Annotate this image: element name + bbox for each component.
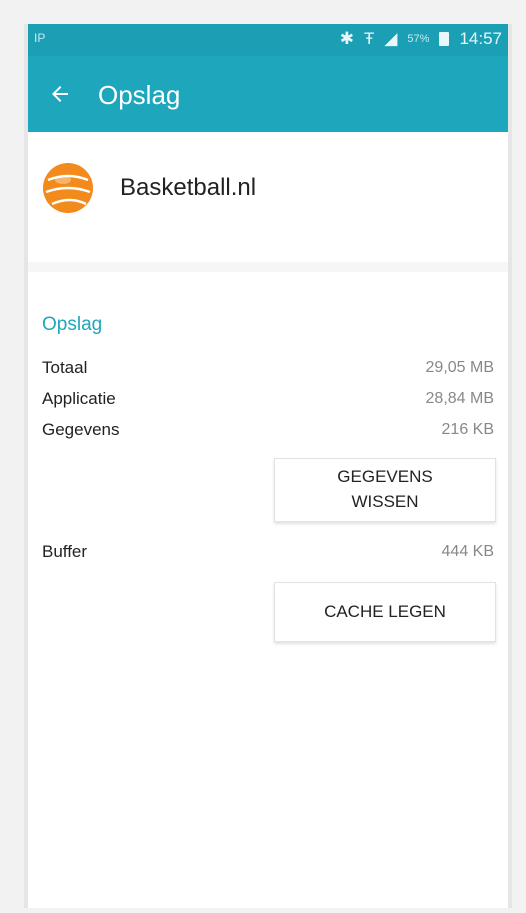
arrow-left-icon-svg — [52, 86, 68, 102]
battery-percentage: 57% — [407, 33, 430, 45]
storage-row-application: Applicatie 28,84 MB — [42, 385, 494, 413]
row-label: Totaal — [42, 358, 88, 377]
bluetooth-icon: ✱ — [339, 29, 354, 48]
app-header: Basketball.nl — [28, 132, 508, 272]
battery-icon — [439, 32, 450, 46]
page-title: Opslag — [98, 80, 181, 110]
row-label: Gegevens — [42, 420, 120, 439]
row-label: Applicatie — [42, 389, 116, 408]
signal-icon: ◢ — [384, 29, 398, 48]
storage-section-title: Opslag — [42, 314, 103, 335]
clear-data-button-line2: WISSEN — [351, 492, 419, 511]
storage-row-total: Totaal 29,05 MB — [42, 354, 494, 382]
arrow-left-icon[interactable] — [42, 76, 78, 112]
screenshot-frame: IP ✱ Ŧ ◢ 57% 14:57 Opslag Basketball.nl … — [0, 0, 526, 913]
basketball-icon-svg — [43, 163, 93, 213]
clear-data-button-line1: GEGEVENS — [337, 467, 433, 487]
clear-cache-button[interactable]: CACHE LEGEN — [274, 582, 496, 642]
row-label: Buffer — [42, 542, 88, 561]
app-name: Basketball.nl — [120, 174, 257, 201]
wifi-icon: Ŧ — [363, 29, 375, 48]
row-value: 29,05 MB — [425, 359, 494, 376]
storage-row-buffer: Buffer 444 KB — [42, 538, 494, 566]
status-bar: IP ✱ Ŧ ◢ 57% 14:57 — [28, 24, 508, 56]
row-value: 216 KB — [441, 421, 494, 438]
storage-row-data: Gegevens 216 KB — [42, 416, 494, 444]
status-icons: ✱ Ŧ ◢ 57% 14:57 — [340, 29, 502, 49]
row-value: 28,84 MB — [425, 390, 494, 407]
basketball-icon — [42, 162, 94, 214]
phone-screen: IP ✱ Ŧ ◢ 57% 14:57 Opslag Basketball.nl … — [24, 24, 512, 908]
row-value: 444 KB — [441, 543, 494, 560]
clock: 14:57 — [459, 29, 502, 48]
status-left-text: IP — [34, 31, 46, 45]
app-bar: Opslag — [28, 56, 508, 132]
clear-data-button[interactable]: GEGEVENS WISSEN — [274, 458, 496, 522]
